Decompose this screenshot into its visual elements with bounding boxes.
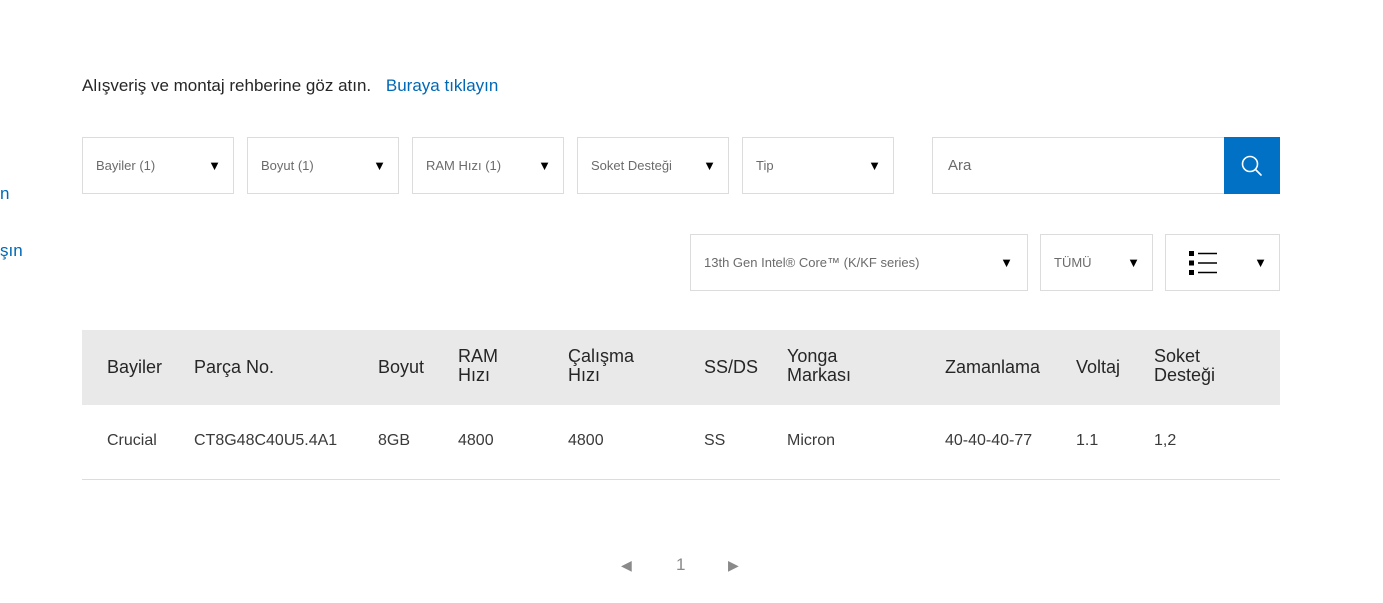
search-icon <box>1241 155 1262 176</box>
caret-down-icon: ▼ <box>538 158 551 173</box>
guide-link[interactable]: Buraya tıklayın <box>386 76 498 95</box>
caret-down-icon: ▼ <box>703 158 716 173</box>
caret-down-icon: ▼ <box>868 158 881 173</box>
header-timing[interactable]: Zamanlama <box>945 358 1040 377</box>
scope-select[interactable]: TÜMÜ ▼ <box>1040 234 1153 291</box>
caret-down-icon: ▼ <box>373 158 386 173</box>
side-link-2[interactable]: şın <box>0 241 23 261</box>
header-size[interactable]: Boyut <box>378 358 424 377</box>
intro-text: Alışveriş ve montaj rehberine göz atın. <box>82 76 372 95</box>
filter-dealers[interactable]: Bayiler (1) ▼ <box>82 137 234 194</box>
cell-part-number: CT8G48C40U5.4A1 <box>194 432 338 449</box>
search-button[interactable] <box>1224 137 1280 194</box>
list-view-icon <box>1189 250 1217 275</box>
cell-chip-brand: Micron <box>787 432 836 449</box>
filter-type-label: Tip <box>756 158 774 173</box>
cell-timing: 40-40-40-77 <box>945 432 1033 449</box>
cell-voltage: 1.1 <box>1076 432 1099 449</box>
header-dealers[interactable]: Bayiler <box>107 358 162 377</box>
intro-line: Alışveriş ve montaj rehberine göz atın. … <box>82 76 498 96</box>
cell-size: 8GB <box>378 432 411 449</box>
caret-down-icon: ▼ <box>1000 255 1013 270</box>
filter-size-label: Boyut (1) <box>261 158 314 173</box>
header-part-number[interactable]: Parça No. <box>194 358 274 377</box>
header-chip-brand[interactable]: Yonga Markası <box>787 347 877 385</box>
cell-operating-speed: 4800 <box>568 432 604 449</box>
view-mode-select[interactable]: ▼ <box>1165 234 1280 291</box>
filter-socket-support[interactable]: Soket Desteği ▼ <box>577 137 729 194</box>
processor-select-label: 13th Gen Intel® Core™ (K/KF series) <box>704 255 920 270</box>
header-ram-speed[interactable]: RAM Hızı <box>458 347 518 385</box>
prev-page-icon[interactable]: ◀ <box>621 557 632 574</box>
table-row: Crucial CT8G48C40U5.4A1 8GB 4800 4800 SS… <box>82 405 1280 480</box>
header-socket-support[interactable]: Soket Desteği <box>1154 347 1244 385</box>
header-voltage[interactable]: Voltaj <box>1076 358 1120 377</box>
table-header: Bayiler Parça No. Boyut RAM Hızı Çalışma… <box>82 330 1280 405</box>
scope-select-label: TÜMÜ <box>1054 255 1092 270</box>
header-operating-speed[interactable]: Çalışma Hızı <box>568 347 658 385</box>
header-ss-ds[interactable]: SS/DS <box>704 358 758 377</box>
side-link-1[interactable]: n <box>0 184 9 204</box>
caret-down-icon: ▼ <box>1254 255 1267 270</box>
filter-size[interactable]: Boyut (1) ▼ <box>247 137 399 194</box>
caret-down-icon: ▼ <box>208 158 221 173</box>
page-number[interactable]: 1 <box>676 555 685 575</box>
next-page-icon[interactable]: ▶ <box>728 557 739 574</box>
processor-select[interactable]: 13th Gen Intel® Core™ (K/KF series) ▼ <box>690 234 1028 291</box>
search-field[interactable] <box>932 137 1225 194</box>
search-input[interactable] <box>946 156 1210 175</box>
cell-socket-support: 1,2 <box>1154 432 1177 449</box>
filter-ram-speed-label: RAM Hızı (1) <box>426 158 502 173</box>
cell-dealer: Crucial <box>107 432 157 449</box>
cell-ram-speed: 4800 <box>458 432 494 449</box>
filter-type[interactable]: Tip ▼ <box>742 137 894 194</box>
cell-ss-ds: SS <box>704 432 726 449</box>
filter-dealers-label: Bayiler (1) <box>96 158 156 173</box>
caret-down-icon: ▼ <box>1127 255 1140 270</box>
filter-ram-speed[interactable]: RAM Hızı (1) ▼ <box>412 137 564 194</box>
filter-socket-support-label: Soket Desteği <box>591 158 672 173</box>
